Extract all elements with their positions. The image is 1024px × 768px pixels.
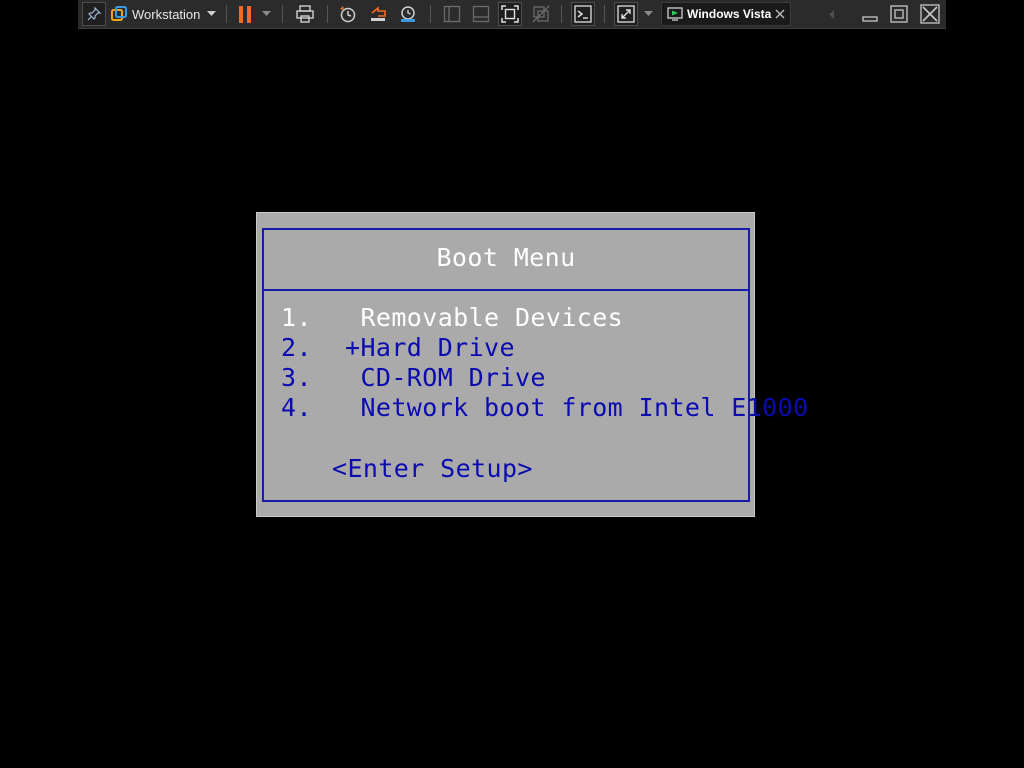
minimize-button[interactable] xyxy=(859,2,881,26)
boot-menu-panel: Boot Menu 1. Removable Devices 2. +Hard … xyxy=(256,212,808,517)
view-options-dropdown[interactable] xyxy=(641,2,655,26)
enter-setup-option[interactable]: <Enter Setup> xyxy=(332,454,533,484)
fit-guest-button[interactable] xyxy=(498,2,522,26)
fullscreen-button[interactable] xyxy=(614,2,638,26)
chevron-down-icon xyxy=(207,11,217,17)
toolbar-separator xyxy=(561,5,562,23)
vm-tab-label: Windows Vista xyxy=(687,7,772,21)
vmware-toolbar: Workstation Windows Vista xyxy=(78,0,946,29)
chevron-left-icon xyxy=(828,9,834,19)
boot-option-cd-rom-drive[interactable]: CD-ROM Drive xyxy=(345,363,546,393)
boot-item-number: 4. xyxy=(281,393,312,422)
send-ctrl-alt-del-icon xyxy=(296,5,314,23)
snapshot-manager-icon xyxy=(399,5,417,23)
revert-snapshot-icon xyxy=(369,5,387,23)
thumbnail-bar-icon xyxy=(472,5,490,23)
boot-option-hard-drive[interactable]: +Hard Drive xyxy=(345,333,515,363)
pin-icon xyxy=(87,7,101,21)
fullscreen-icon xyxy=(617,5,635,23)
console-view-icon xyxy=(574,5,592,23)
workstation-menu-button[interactable]: Workstation xyxy=(132,2,218,26)
snapshot-manager-button[interactable] xyxy=(396,2,420,26)
restore-icon xyxy=(890,5,908,23)
unity-icon xyxy=(532,5,550,23)
close-icon[interactable] xyxy=(775,9,785,19)
pause-icon xyxy=(238,5,252,23)
take-snapshot-button[interactable] xyxy=(336,2,360,26)
boot-menu-title: Boot Menu xyxy=(436,243,576,272)
fit-guest-icon xyxy=(501,5,519,23)
scroll-tabs-left-button[interactable] xyxy=(823,2,839,26)
show-thumbnail-bar-button[interactable] xyxy=(469,2,493,26)
power-options-dropdown[interactable] xyxy=(259,2,273,26)
exit-fullscreen-button[interactable] xyxy=(918,2,942,26)
toolbar-separator xyxy=(430,5,431,23)
vm-tab[interactable]: Windows Vista xyxy=(661,2,791,26)
pin-button[interactable] xyxy=(82,2,106,26)
vm-screen[interactable]: Workstation Windows Vista Boot Menu 1. R… xyxy=(0,0,1024,768)
send-ctrl-alt-del-button[interactable] xyxy=(293,2,317,26)
toolbar-separator xyxy=(282,5,283,23)
boot-item-number: 2. xyxy=(281,333,312,362)
boot-option-network-boot[interactable]: Network boot from Intel E1000 xyxy=(345,393,809,423)
pause-button[interactable] xyxy=(234,2,256,26)
workstation-menu-label: Workstation xyxy=(132,6,201,22)
chevron-down-icon xyxy=(643,11,653,17)
restore-button[interactable] xyxy=(888,2,910,26)
console-view-button[interactable] xyxy=(571,2,595,26)
boot-item-number: 3. xyxy=(281,363,312,392)
exit-fullscreen-icon xyxy=(920,4,940,24)
vm-running-icon xyxy=(667,7,683,21)
toolbar-separator xyxy=(604,5,605,23)
toolbar-separator xyxy=(327,5,328,23)
revert-snapshot-button[interactable] xyxy=(366,2,390,26)
minimize-icon xyxy=(861,5,879,23)
show-library-button[interactable] xyxy=(440,2,464,26)
library-view-icon xyxy=(443,5,461,23)
boot-menu-divider xyxy=(264,289,748,291)
workstation-logo-icon xyxy=(110,5,128,23)
unity-button[interactable] xyxy=(529,2,553,26)
boot-option-removable-devices[interactable]: Removable Devices xyxy=(345,303,623,333)
chevron-down-icon xyxy=(261,11,271,17)
toolbar-separator xyxy=(226,5,227,23)
workstation-logo xyxy=(109,2,129,26)
boot-menu-frame: Boot Menu 1. Removable Devices 2. +Hard … xyxy=(262,228,808,502)
boot-item-number: 1. xyxy=(281,303,312,332)
snapshot-icon xyxy=(339,5,357,23)
